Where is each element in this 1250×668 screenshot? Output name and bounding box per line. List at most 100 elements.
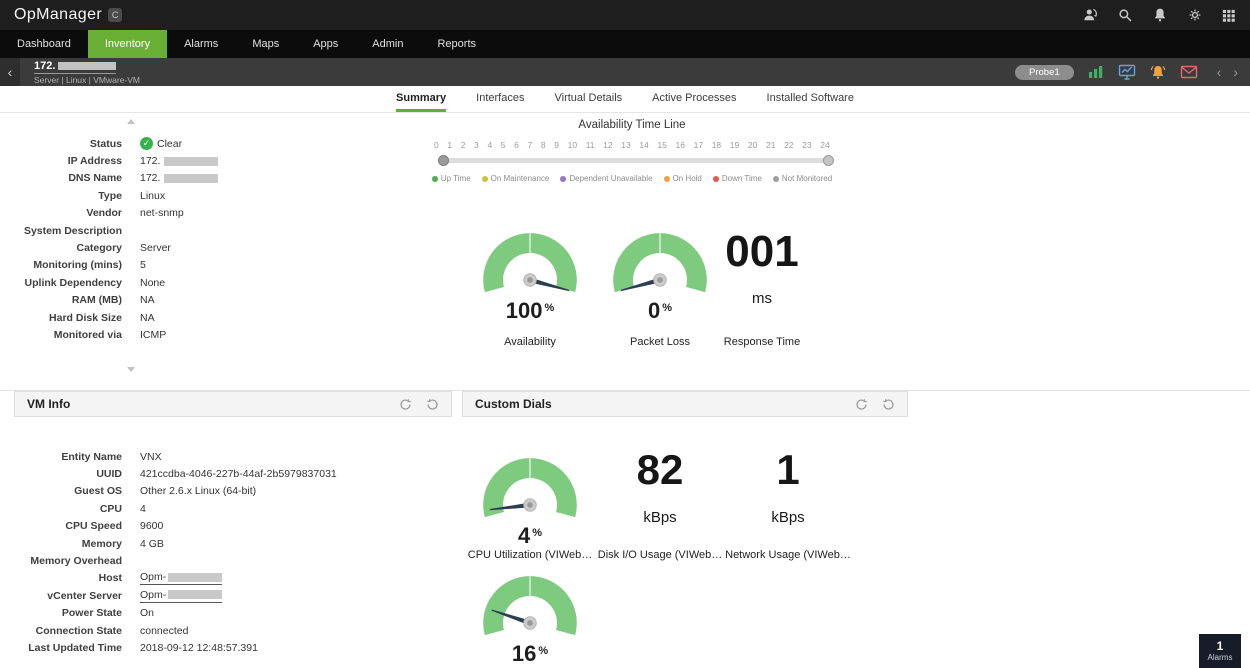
gauge-value: 0% <box>647 298 673 323</box>
tab-installed-software[interactable]: Installed Software <box>767 86 854 112</box>
legend-item: Dependent Unavailable <box>560 174 653 183</box>
response-time-readout: 001 ms Response Time <box>702 222 822 349</box>
history-icon[interactable] <box>399 398 412 411</box>
nav-dashboard[interactable]: Dashboard <box>0 30 88 58</box>
opmanager-screen: OpManager C Dashboard Inventory Alarms M… <box>0 0 1250 668</box>
detail-label: Uplink Dependency <box>24 276 122 289</box>
user-sync-icon[interactable] <box>1081 6 1099 24</box>
legend-label: On Hold <box>672 174 702 183</box>
detail-value: net-snmp <box>140 207 184 220</box>
back-button[interactable]: ‹ <box>0 58 20 86</box>
timeline-tick: 3 <box>474 140 479 150</box>
scroll-up-icon[interactable] <box>127 119 135 124</box>
probe-badge: Probe1 <box>1015 64 1074 80</box>
legend-dot-icon <box>663 175 670 182</box>
nav-inventory[interactable]: Inventory <box>87 30 168 58</box>
redacted-block <box>168 572 223 582</box>
host-link[interactable]: Opm- <box>140 571 223 586</box>
tab-active-processes[interactable]: Active Processes <box>652 86 736 112</box>
device-graph-icon[interactable] <box>1118 64 1136 81</box>
legend-label: On Maintenance <box>490 174 550 183</box>
notifications-bell-icon[interactable] <box>1151 6 1169 24</box>
custom-dials-body: 4% CPU Utilization (VIWeb… 82 kBps Disk … <box>462 417 908 668</box>
vm-info-row: vCenter Server Opm- <box>14 587 452 604</box>
gauge-dial-icon <box>483 233 577 293</box>
timeline-slider-track[interactable] <box>438 154 834 166</box>
slider-handle-left[interactable] <box>438 154 449 166</box>
gauge-dial-icon <box>483 576 577 636</box>
vm-info-row: Power State On <box>61 607 155 620</box>
disk-io-unit: kBps <box>643 509 677 526</box>
custom-dials-panel: Custom Dials 4 % CPU Utilization (VIWeb…… <box>462 391 908 668</box>
history-icon[interactable] <box>855 398 868 411</box>
timeline-tick: 0 <box>434 140 439 150</box>
detail-row: Status ✓ Clear <box>0 135 330 152</box>
nav-apps[interactable]: Apps <box>296 30 355 58</box>
tab-interfaces[interactable]: Interfaces <box>476 86 524 112</box>
detail-row: Type Linux <box>0 187 330 204</box>
network-usage-readout: 1 kBps Network Usage (VIWeb… <box>718 446 858 562</box>
timeline-tick: 24 <box>820 140 830 150</box>
nav-alarms[interactable]: Alarms <box>167 30 235 58</box>
alarm-bell-icon[interactable] <box>1149 64 1167 80</box>
vm-info-value: 4 GB <box>140 537 164 550</box>
secondary-gauge: 16% <box>462 565 598 668</box>
alarms-badge[interactable]: 1 Alarms <box>1199 634 1241 668</box>
apps-grid-icon[interactable] <box>1221 8 1236 23</box>
vcenter-link[interactable]: Opm- <box>140 589 223 603</box>
slider-handle-right[interactable] <box>823 154 834 166</box>
timeline-ticks: 0 1 2 3 4 5 6 7 8 9 10 11 12 13 14 15 16 17 18 19 20 21 22 23 24 <box>432 140 832 150</box>
detail-label: Vendor <box>86 207 122 220</box>
detail-value: 5 <box>140 259 146 272</box>
status-text: Clear <box>157 137 183 150</box>
detail-row: System Description <box>0 222 330 239</box>
detail-value: 172. <box>140 155 219 167</box>
detail-row: RAM (MB) NA <box>0 292 330 309</box>
detail-value: NA <box>140 294 155 307</box>
response-time-value: 001 <box>725 227 799 276</box>
detail-value: NA <box>140 311 155 324</box>
scroll-down-icon[interactable] <box>127 367 135 372</box>
timeline-tick: 12 <box>603 140 613 150</box>
refresh-icon[interactable] <box>882 398 895 411</box>
nav-admin[interactable]: Admin <box>355 30 420 58</box>
timeline-tick: 6 <box>514 140 519 150</box>
detail-value: Server <box>140 242 171 255</box>
redacted-block <box>164 156 219 166</box>
timeline-tick: 21 <box>765 140 776 150</box>
next-device-icon[interactable]: › <box>1233 64 1238 80</box>
mail-icon[interactable] <box>1180 65 1198 79</box>
legend-dot-icon <box>481 175 488 182</box>
timeline-tick: 17 <box>693 140 704 150</box>
vm-info-value: Other 2.6.x Linux (64-bit) <box>140 485 257 498</box>
detail-row: Monitoring (mins) 5 <box>0 257 330 274</box>
nav-maps[interactable]: Maps <box>235 30 296 58</box>
availability-gauge: 100% Availability <box>470 222 590 348</box>
detail-label: DNS Name <box>68 172 122 185</box>
detail-value: ICMP <box>140 328 167 341</box>
vm-info-value: On <box>140 607 155 620</box>
main-nav: Dashboard Inventory Alarms Maps Apps Adm… <box>0 30 1250 58</box>
legend-dot-icon <box>712 175 719 182</box>
vm-info-row: Connection State connected <box>35 624 189 637</box>
gauge-dial-icon <box>613 233 707 293</box>
timeline-tick: 15 <box>657 140 667 150</box>
availability-timeline: Availability Time Line 0 1 2 3 4 5 6 7 8 9 10 11 12 1… <box>431 119 834 183</box>
detail-label: IP Address <box>67 155 122 168</box>
performance-chart-icon[interactable] <box>1087 64 1105 80</box>
device-pager: ‹ › <box>1211 64 1238 80</box>
detail-label: Hard Disk Size <box>49 311 122 324</box>
tab-virtual-details[interactable]: Virtual Details <box>554 86 622 112</box>
refresh-icon[interactable] <box>426 398 439 411</box>
device-name: 172. <box>34 60 117 74</box>
panel-actions <box>399 398 439 411</box>
network-usage-value: 1 <box>776 446 800 493</box>
nav-reports[interactable]: Reports <box>420 30 493 58</box>
search-icon[interactable] <box>1116 6 1134 24</box>
device-tabs: Summary Interfaces Virtual Details Activ… <box>0 86 1250 113</box>
tab-summary[interactable]: Summary <box>396 86 447 112</box>
settings-gear-icon[interactable] <box>1186 6 1204 24</box>
prev-device-icon[interactable]: ‹ <box>1217 64 1222 80</box>
timeline-tick: 22 <box>784 140 794 150</box>
gauge-label: Network Usage (VIWeb… <box>725 549 851 561</box>
